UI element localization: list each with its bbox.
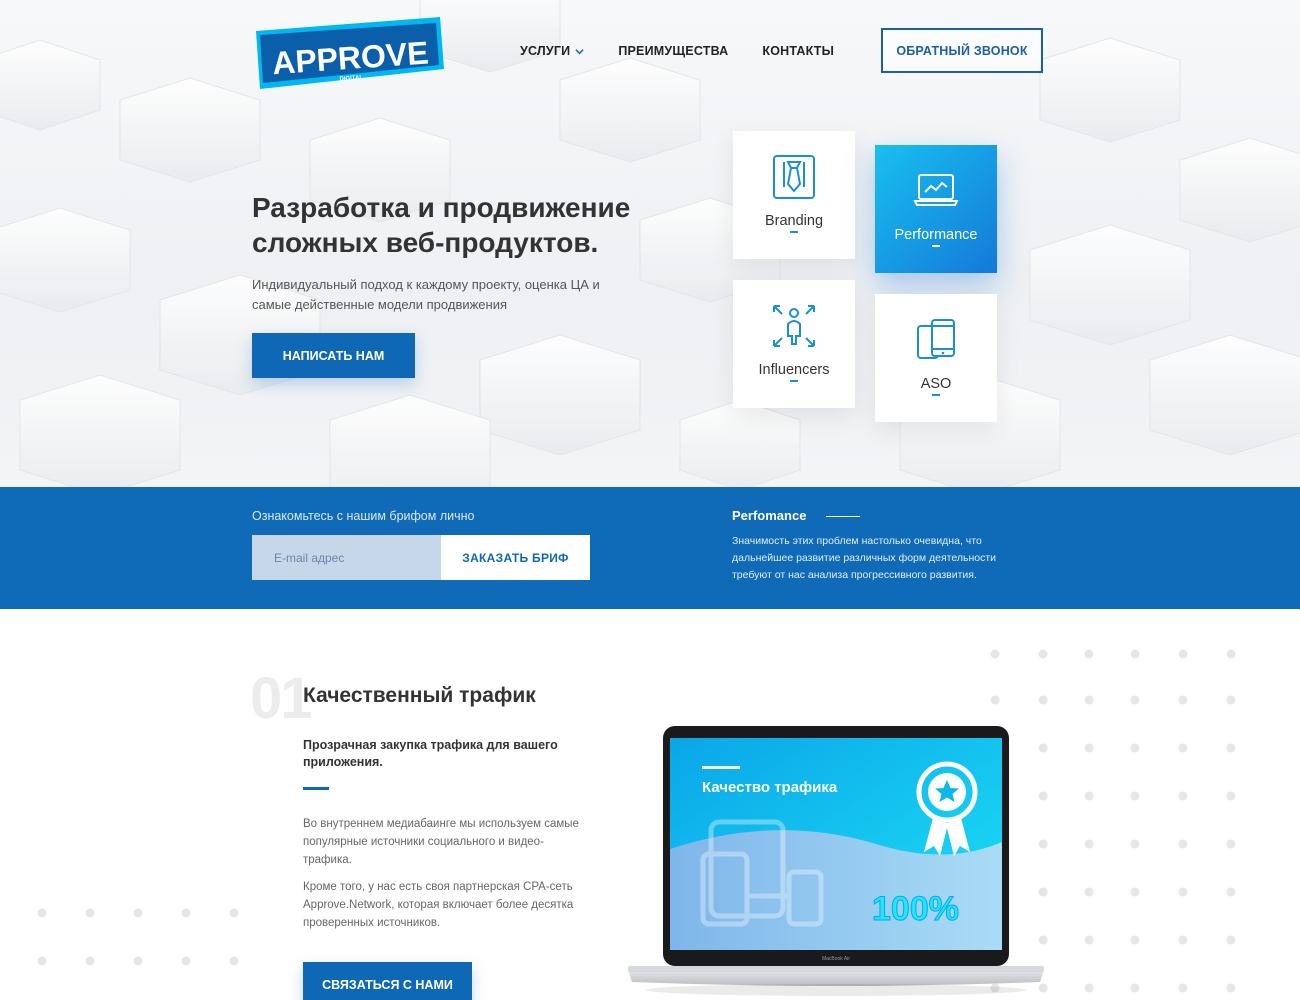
laptop-mockup: Качество трафика 100% MacBook Air [628, 726, 1044, 996]
service-card-performance[interactable]: Performance [875, 145, 997, 273]
card-underline [932, 394, 940, 396]
service-card-influencers[interactable]: Influencers [733, 280, 855, 408]
divider [826, 516, 860, 517]
nav-item-label: ПРЕИМУЩЕСТВА [618, 44, 729, 58]
write-us-button[interactable]: НАПИСАТЬ НАМ [252, 333, 415, 378]
chevron-down-icon [575, 48, 584, 54]
svg-text:DIGITAL: DIGITAL [339, 75, 363, 83]
service-card-label: ASO [920, 376, 952, 392]
nav-item-services[interactable]: УСЛУГИ [520, 44, 584, 58]
hero-title: Разработка и продвижение сложных веб-про… [252, 192, 631, 258]
service-card-label: Performance [894, 227, 978, 243]
email-input[interactable] [252, 535, 441, 580]
brief-label: Ознакомьтесь с нашим брифом лично [252, 509, 475, 523]
section-title: Качественный трафик [303, 684, 536, 707]
main-nav: УСЛУГИ ПРЕИМУЩЕСТВА КОНТАКТЫ [520, 44, 868, 58]
service-card-branding[interactable]: Branding [733, 131, 855, 259]
service-card-label: Influencers [758, 362, 830, 378]
screen-title: Качество трафика [702, 779, 838, 796]
section-paragraph-1: Во внутреннем медиабаинге мы используем … [303, 818, 579, 866]
section-paragraph-2: Кроме того, у нас есть своя партнерская … [303, 881, 574, 929]
brief-band: Ознакомьтесь с нашим брифом лично ЗАКАЗА… [0, 487, 1300, 609]
approve-logo[interactable]: APPROVE DIGITAL [252, 17, 444, 89]
nav-item-contacts[interactable]: КОНТАКТЫ [762, 44, 834, 58]
section-number: 01 [250, 666, 312, 731]
card-underline [790, 231, 798, 233]
person-arrows-icon [773, 305, 815, 347]
dot-pattern-left [37, 908, 239, 966]
hero-section: APPROVE DIGITAL УСЛУГИ ПРЕИМУЩЕСТВА КОНТ… [0, 0, 1300, 487]
service-card-aso[interactable]: ASO [875, 294, 997, 422]
card-underline [932, 245, 940, 247]
contact-us-button[interactable]: СВЯЗАТЬСЯ С НАМИ [303, 962, 472, 1000]
callback-button[interactable]: ОБРАТНЫЙ ЗВОНОК [881, 28, 1043, 73]
laptop-model-label: MacBook Air [822, 956, 850, 962]
laptop-chart-icon [913, 174, 959, 206]
section-subtitle: Прозрачная закупка трафика для вашего пр… [303, 738, 558, 769]
phones-icon [917, 319, 955, 359]
tie-icon [773, 155, 815, 199]
accent-bar [303, 787, 329, 790]
performance-text: Значимость этих проблем настолько очевид… [732, 535, 997, 581]
performance-title: Perfomance [732, 508, 807, 523]
order-brief-button[interactable]: ЗАКАЗАТЬ БРИФ [441, 535, 590, 580]
nav-item-label: КОНТАКТЫ [762, 44, 835, 58]
service-card-label: Branding [764, 213, 824, 229]
nav-item-label: УСЛУГИ [520, 44, 571, 58]
nav-item-advantages[interactable]: ПРЕИМУЩЕСТВА [618, 44, 728, 58]
card-underline [790, 380, 798, 382]
screen-percent: 100% [872, 890, 959, 928]
hero-subtitle: Индивидуальный подход к каждому проекту,… [252, 277, 600, 312]
